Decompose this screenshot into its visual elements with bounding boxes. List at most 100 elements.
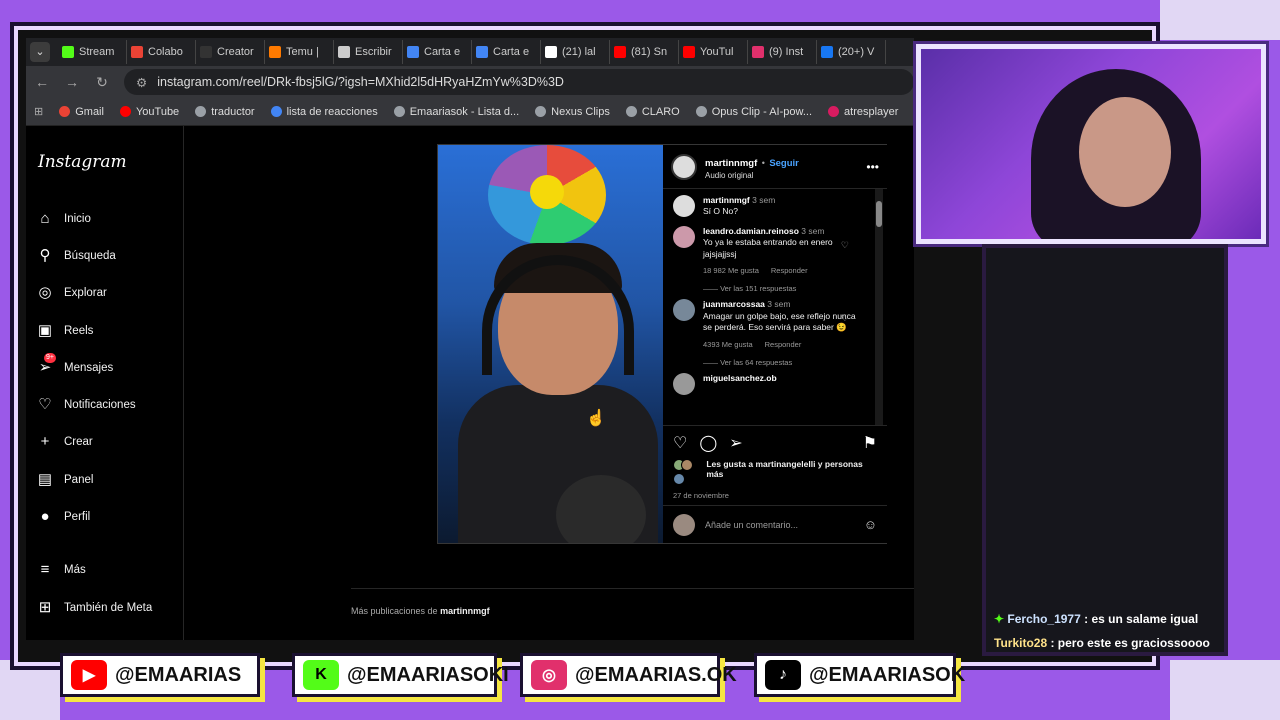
comment-likes[interactable]: 4393 Me gusta [703,340,753,350]
sidebar-item[interactable]: ➢ 9+ Mensajes [36,349,183,386]
youtube-icon: ▶ [71,660,107,690]
url-text: instagram.com/reel/DRk-fbsj5lG/?igsh=MXh… [157,75,564,89]
more-posts-user[interactable]: martinnmgf [440,606,490,616]
hand-cursor-icon: ☝ [586,410,606,427]
sidebar-item-label: Panel [64,473,94,486]
sidebar-item[interactable]: ◎ Explorar [36,275,183,312]
browser-tab[interactable]: Creator [196,40,265,64]
address-bar: ← → ↻ ⚙ instagram.com/reel/DRk-fbsj5lG/?… [26,66,914,98]
sidebar-item[interactable]: ⚲ Búsqueda [36,237,183,274]
comment-like-icon[interactable]: ♡ [841,240,849,251]
browser-tab[interactable]: Carta e [403,40,472,64]
browser-window: ⌄ Stream Colabo Creator Temu | Escribir Carta… [26,38,914,640]
comment-username[interactable]: martinnmgf [703,195,750,205]
social-handles-bar: ▶ @EMAARIAS K @EMAARIASOKI ◎ @EMAARIAS.O… [0,650,1280,720]
author-username[interactable]: martinnmgf [705,158,757,169]
sidebar-item[interactable]: ▤ Panel [36,461,183,498]
bookmark-item[interactable]: atresplayer [828,106,898,118]
liked-by[interactable]: Les gusta a martinangelelli y personas m… [663,459,887,487]
bookmark-item[interactable]: traductor [195,106,255,118]
bookmark-label: atresplayer [844,105,899,118]
sidebar-item[interactable]: ⌂ Inicio [36,200,183,237]
vinyl-label-image [530,175,564,209]
reel-card: martinnmgf • Seguir Audio original ••• m… [437,144,887,544]
sidebar-item[interactable]: ● Perfil [36,498,183,535]
add-comment-input[interactable]: Añade un comentario... [705,520,798,530]
bookmark-label: YouTube [135,105,180,118]
tab-label: (21) lal [562,46,596,58]
more-options-icon[interactable]: ••• [866,160,879,174]
emoji-icon[interactable]: ☺ [864,517,877,532]
browser-tab[interactable]: YouTul [679,40,748,64]
browser-tab[interactable]: Stream [58,40,127,64]
forward-icon[interactable]: → [64,74,80,90]
bookmark-item[interactable]: Gmail [59,106,104,118]
view-replies-label: Ver las 64 respuestas [720,358,793,367]
commenter-avatar[interactable] [673,225,695,248]
site-info-icon[interactable]: ⚙ [136,75,147,90]
commenter-avatar[interactable] [673,195,695,217]
browser-tab[interactable]: Temu | [265,40,334,64]
share-icon[interactable]: ➢ [729,433,742,453]
browser-tab[interactable]: (81) Sn [610,40,679,64]
back-icon[interactable]: ← [34,74,50,90]
view-replies-button[interactable]: —— Ver las 64 respuestas [703,358,863,367]
comment-likes[interactable]: 18 982 Me gusta [703,266,759,276]
bookmark-item[interactable]: Nexus Clips [535,106,610,118]
like-icon[interactable]: ♡ [673,433,687,453]
sidebar-item[interactable]: + Crear [36,424,183,461]
post-actions: ♡ ◯ ➢ ⚑ [663,425,887,459]
browser-tab[interactable]: (20+) V [817,40,886,64]
comment-username[interactable]: miguelsanchez.ob [703,373,777,383]
comments-scrollbar-thumb[interactable] [876,201,882,227]
browser-tab[interactable]: (9) Inst [748,40,817,64]
apps-icon[interactable]: ⊞ [34,105,43,118]
bookmark-item[interactable]: YouTube [119,105,180,118]
browser-tab[interactable]: (21) lal [541,40,610,64]
sidebar-item[interactable]: ♡ Notificaciones [36,386,183,423]
comment-username[interactable]: juanmarcossaa [703,299,765,309]
sidebar-item[interactable]: ▣ Reels [36,312,183,349]
bookmark-item[interactable]: lista de reacciones [270,106,378,118]
commenter-avatar[interactable] [673,299,695,322]
comment-icon[interactable]: ◯ [699,433,717,453]
follow-button[interactable]: Seguir [769,158,799,169]
tab-search-button[interactable]: ⌄ [30,42,50,62]
audio-label[interactable]: Audio original [705,171,799,180]
browser-tab[interactable]: Carta e [472,40,541,64]
tab-label: (9) Inst [769,46,804,58]
tiktok-icon: ♪ [765,660,801,690]
author-avatar[interactable] [671,153,697,180]
browser-tab[interactable]: Escribir [334,40,403,64]
reply-button[interactable]: Responder [771,266,808,276]
bookmark-item[interactable]: Opus Clip - AI-pow... [695,106,812,118]
instagram-handle: ◎ @EMAARIAS.OK [520,653,737,697]
bookmark-item[interactable]: Emaariasok - Lista d... [393,106,519,118]
view-replies-button[interactable]: —— Ver las 151 respuestas [703,284,863,293]
reply-button[interactable]: Responder [765,340,802,350]
youtube-handle-text: @EMAARIAS [115,663,242,686]
chat-message: ✦ Fercho_1977 : es un salame igual [994,612,1198,626]
tab-favicon-icon [200,46,212,58]
chat-username: Turkito28 [994,636,1048,650]
tab-label: Stream [79,46,115,58]
bookmark-icon[interactable]: ⚑ [863,433,877,453]
tab-label: Carta e [493,46,530,58]
reload-icon[interactable]: ↻ [94,74,110,91]
url-field[interactable]: ⚙ instagram.com/reel/DRk-fbsj5lG/?igsh=M… [124,69,914,95]
commenter-avatar[interactable] [673,373,695,395]
tab-favicon-icon [62,46,74,58]
comment-username[interactable]: leandro.damian.reinoso [703,226,799,236]
browser-tab[interactable]: Colabo [127,40,196,64]
comment-like-icon[interactable]: ♡ [841,313,849,324]
bookmark-favicon-icon [828,106,840,117]
sidebar-item[interactable]: ≡ Más [36,552,183,589]
comment-time: 3 sem [801,225,825,236]
reel-video[interactable] [438,145,663,543]
instagram-logo[interactable]: Instagram [38,152,183,172]
bookmark-favicon-icon [59,106,71,117]
comment-item: martinnmgf 3 sem Sí O No? [673,195,863,218]
sidebar-item[interactable]: ⊞ También de Meta [36,589,183,626]
liked-by-text: Les gusta a martinangelelli y personas m… [706,459,863,479]
bookmark-item[interactable]: CLARO [625,106,680,118]
